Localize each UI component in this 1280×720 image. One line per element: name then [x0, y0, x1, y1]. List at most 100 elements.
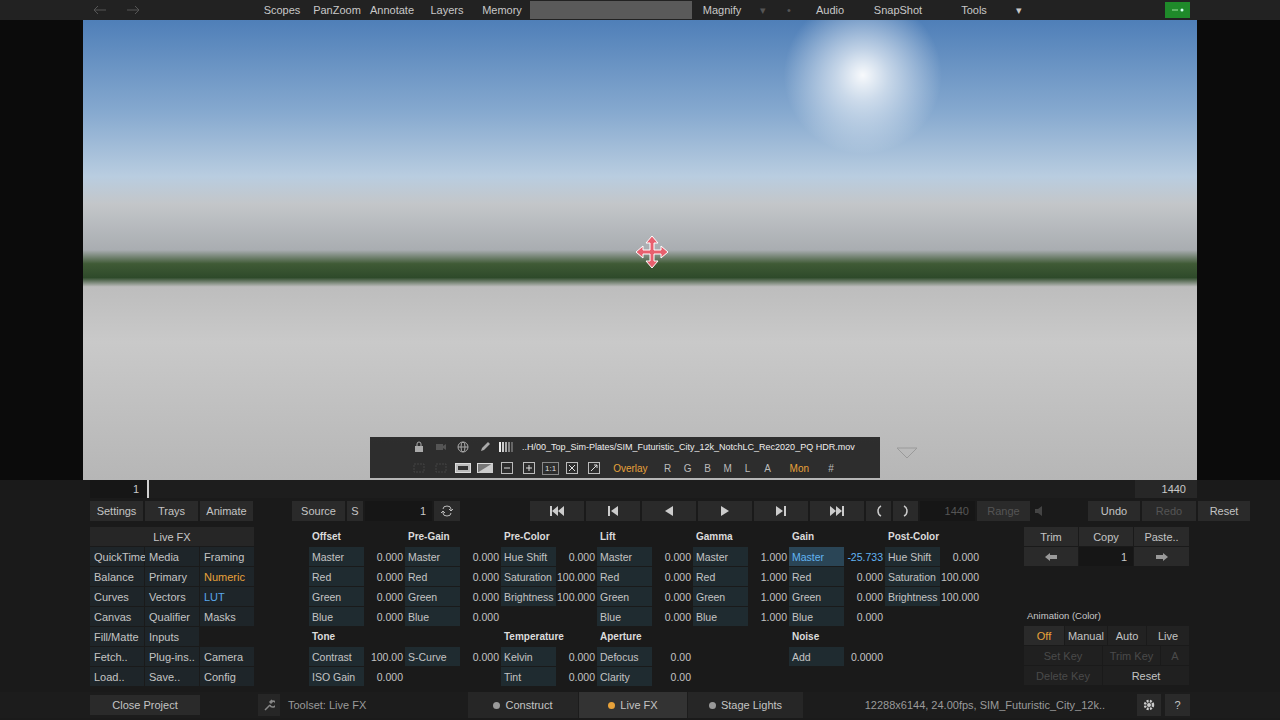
key-button[interactable]: A [1161, 646, 1189, 665]
play-icon[interactable] [698, 501, 752, 521]
animation-mode-button[interactable]: Manual [1065, 626, 1107, 645]
overlay-toggle[interactable]: L [740, 463, 756, 474]
animation-mode-button[interactable]: Live [1147, 626, 1189, 645]
numeric-field[interactable]: Master0.000 [405, 547, 501, 566]
menu-item[interactable]: Annotate [365, 0, 419, 20]
numeric-field[interactable]: Master0.000 [597, 547, 693, 566]
wrench-icon[interactable] [258, 694, 280, 716]
numeric-field-value[interactable]: 0.0000 [844, 647, 885, 666]
menu-button[interactable]: Primary [145, 567, 199, 586]
numeric-field-value[interactable]: 1.000 [748, 607, 789, 626]
key-button[interactable]: Delete Key [1024, 666, 1102, 685]
numeric-field-value[interactable]: 0.000 [652, 547, 693, 566]
overlay-toggle[interactable]: A [760, 463, 776, 474]
next-arrow-icon[interactable] [1134, 547, 1189, 566]
skip-to-end-icon[interactable] [810, 501, 864, 521]
menu-button[interactable]: Load.. [90, 667, 144, 686]
menu-button[interactable]: LUT [200, 587, 254, 606]
numeric-field[interactable]: Blue1.000 [693, 607, 789, 626]
layer-index-field[interactable]: 1 [1079, 547, 1133, 566]
numeric-field-value[interactable]: 0.000 [556, 647, 597, 666]
zoom-one-to-one-button[interactable]: 1:1 [542, 462, 559, 475]
numeric-field-value[interactable]: 0.000 [556, 667, 597, 686]
clipboard-button[interactable]: Trim [1024, 527, 1078, 546]
numeric-field-value[interactable]: 0.000 [652, 567, 693, 586]
skip-to-start-icon[interactable] [530, 501, 584, 521]
numeric-field[interactable]: Blue0.000 [405, 607, 501, 626]
numeric-field[interactable]: Red0.000 [309, 567, 405, 586]
numeric-field[interactable]: Defocus0.00 [597, 647, 693, 666]
animation-mode-button[interactable]: Auto [1108, 626, 1146, 645]
numeric-field-value[interactable]: 0.000 [940, 547, 981, 566]
color-bars-icon[interactable] [498, 439, 514, 455]
numeric-field-value[interactable]: 0.000 [460, 587, 501, 606]
edit-button[interactable]: Reset [1198, 501, 1250, 521]
menu-button[interactable]: Fetch.. [90, 647, 144, 666]
numeric-field-value[interactable]: 100.000 [940, 567, 981, 586]
panel-button[interactable]: Settings [90, 501, 143, 521]
panel-button[interactable]: Trays [145, 501, 198, 521]
out-frame-field[interactable]: 1440 [920, 501, 975, 521]
globe-icon[interactable] [454, 439, 472, 455]
numeric-field[interactable]: Green0.000 [309, 587, 405, 606]
menu-button[interactable]: Fill/Matte [90, 627, 144, 646]
menu-button[interactable]: Config [200, 667, 254, 686]
range-mode-icon[interactable] [1032, 501, 1046, 521]
previous-arrow-icon[interactable] [1024, 547, 1078, 566]
numeric-field[interactable]: S-Curve0.000 [405, 647, 501, 666]
menu-item[interactable]: ▾ [750, 0, 776, 20]
numeric-field[interactable]: Blue0.000 [789, 607, 885, 626]
video-frame[interactable]: ..H/00_Top_Sim-Plates/SIM_Futuristic_Cit… [83, 20, 1197, 480]
top-field[interactable] [530, 1, 692, 19]
numeric-field-value[interactable]: 100.00 [364, 647, 405, 666]
menu-button[interactable]: Numeric [200, 567, 254, 586]
gradient-icon[interactable] [476, 460, 494, 476]
numeric-field-value[interactable]: 0.000 [460, 607, 501, 626]
menu-button[interactable]: Canvas [90, 607, 144, 626]
menu-item[interactable]: Scopes [255, 0, 309, 20]
numeric-field-value[interactable]: 0.000 [364, 667, 405, 686]
numeric-field[interactable]: Saturation100.000 [885, 567, 981, 586]
numeric-field-value[interactable]: 0.00 [652, 667, 693, 686]
numeric-field[interactable]: Hue Shift0.000 [885, 547, 981, 566]
numeric-field[interactable]: Contrast100.00 [309, 647, 405, 666]
clipboard-button[interactable]: Copy [1079, 527, 1133, 546]
numeric-field-value[interactable]: 100.000 [940, 587, 981, 606]
range-button[interactable]: Range [977, 501, 1030, 521]
menu-item[interactable]: ▾ [1010, 0, 1028, 20]
numeric-field-value[interactable]: 0.00 [652, 647, 693, 666]
numeric-field[interactable]: Blue0.000 [309, 607, 405, 626]
menu-button[interactable]: Masks [200, 607, 254, 626]
numeric-field-value[interactable]: 1.000 [748, 567, 789, 586]
step-back-icon[interactable] [586, 501, 640, 521]
collapse-triangle-icon[interactable] [895, 446, 919, 460]
menu-button[interactable]: Vectors [145, 587, 199, 606]
status-indicator[interactable] [1165, 2, 1190, 18]
zoom-out-icon[interactable] [498, 460, 516, 476]
menu-item[interactable]: PanZoom [310, 0, 364, 20]
numeric-field-value[interactable]: 0.000 [460, 547, 501, 566]
overlay-toggle[interactable]: Overlay [613, 463, 647, 474]
numeric-field[interactable]: Green1.000 [693, 587, 789, 606]
menu-item[interactable]: • [776, 0, 802, 20]
numeric-field[interactable]: Master1.000 [693, 547, 789, 566]
numeric-field[interactable]: Brightness100.000 [501, 587, 597, 606]
fit-icon[interactable] [563, 460, 581, 476]
numeric-field-value[interactable]: 0.000 [844, 567, 885, 586]
split-right-icon[interactable] [432, 460, 450, 476]
toolset-tab[interactable]: Construct [468, 692, 578, 718]
back-arrow-icon[interactable] [92, 2, 108, 18]
overlay-toggle[interactable]: R [660, 463, 676, 474]
numeric-field[interactable]: Red0.000 [405, 567, 501, 586]
step-forward-icon[interactable] [754, 501, 808, 521]
menu-item[interactable]: Layers [420, 0, 474, 20]
numeric-field-value[interactable]: 1.000 [748, 547, 789, 566]
menu-button[interactable]: Balance [90, 567, 144, 586]
numeric-field[interactable]: Green0.000 [405, 587, 501, 606]
numeric-field[interactable]: Saturation100.000 [501, 567, 597, 586]
key-button[interactable]: Reset [1103, 666, 1189, 685]
numeric-field[interactable]: Kelvin0.000 [501, 647, 597, 666]
menu-item[interactable]: Magnify [694, 0, 750, 20]
numeric-field[interactable]: Hue Shift0.000 [501, 547, 597, 566]
numeric-field[interactable]: Clarity0.00 [597, 667, 693, 686]
